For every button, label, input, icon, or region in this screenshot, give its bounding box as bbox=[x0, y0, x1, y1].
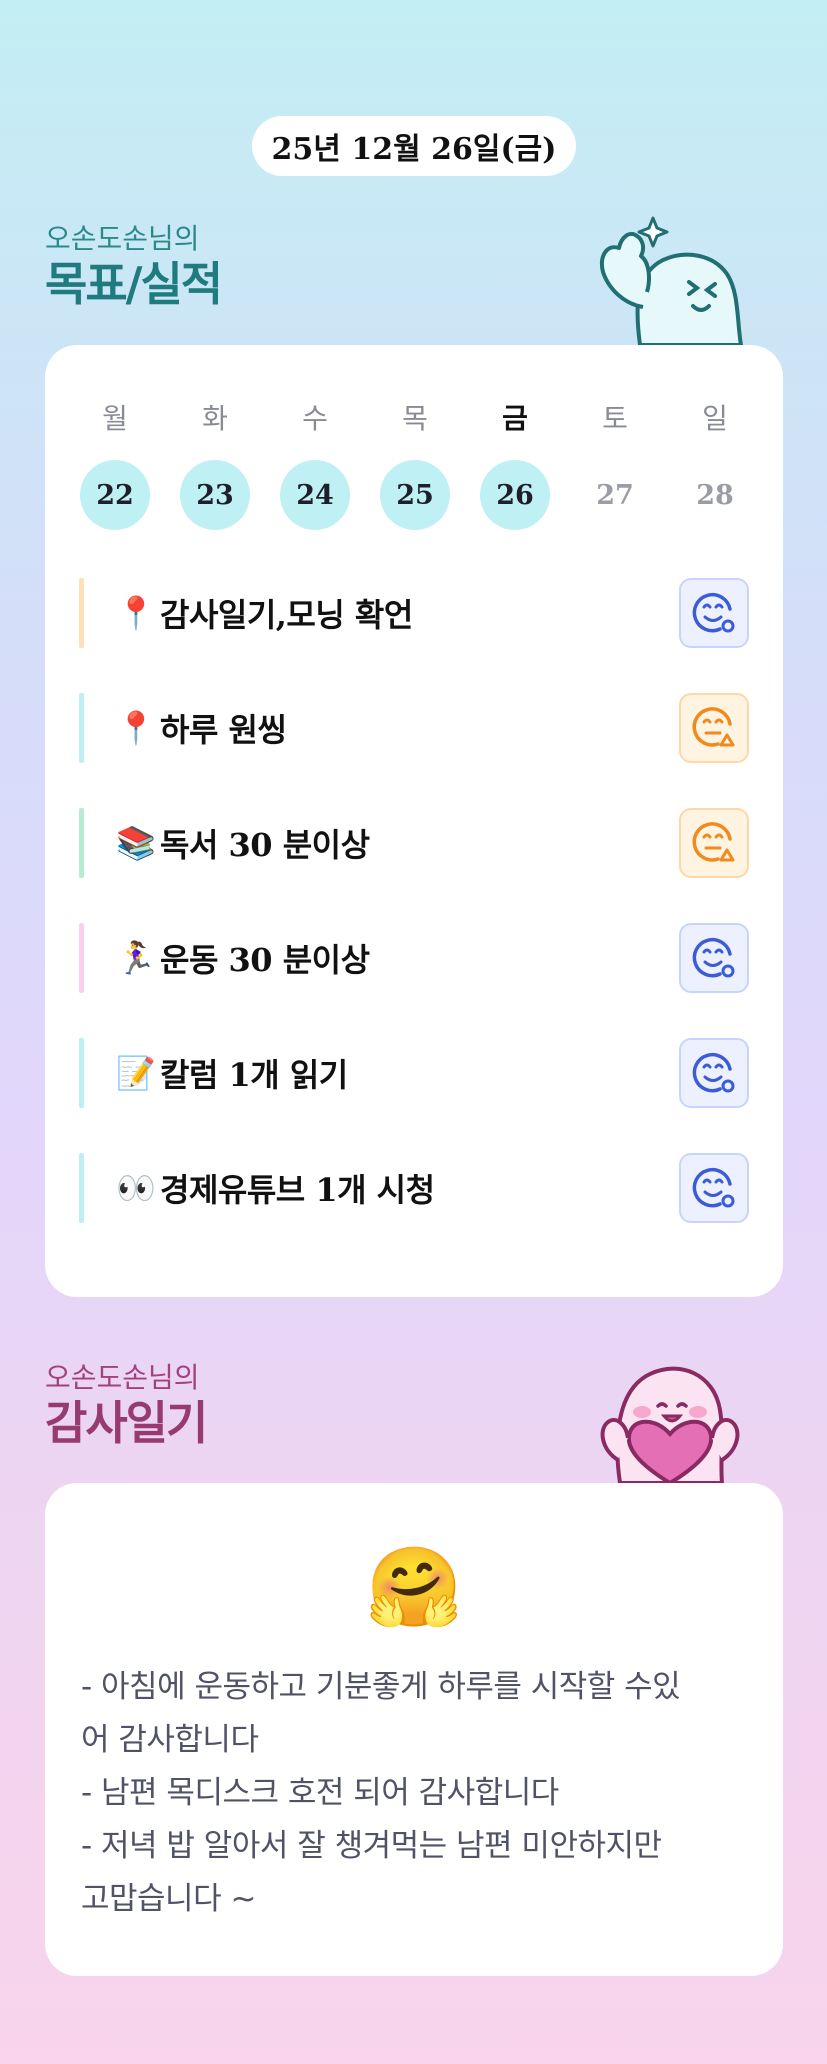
goal-status-partial-button[interactable] bbox=[679, 693, 749, 763]
goal-color-bar bbox=[79, 923, 84, 993]
goal-text: 하루 원씽 bbox=[160, 711, 287, 749]
goal-emoji: 📚 bbox=[116, 824, 156, 862]
goal-item[interactable]: 📚 독서 30 분이상 bbox=[79, 808, 749, 878]
goal-item[interactable]: 👀 경제유튜브 1개 시청 bbox=[79, 1153, 749, 1223]
goal-item[interactable]: 📍 하루 원씽 bbox=[79, 693, 749, 763]
weekday-label: 일 bbox=[702, 402, 728, 435]
goal-status-done-button[interactable] bbox=[679, 578, 749, 648]
goal-item[interactable]: 🏃‍♀️ 운동 30 분이상 bbox=[79, 923, 749, 993]
thumbs-up-mascot-icon bbox=[600, 216, 744, 347]
date-pill[interactable]: 25년 12월 26일(금) bbox=[252, 116, 576, 176]
goal-item[interactable]: 📝 칼럼 1개 읽기 bbox=[79, 1038, 749, 1108]
goal-status-done-button[interactable] bbox=[679, 1153, 749, 1223]
goal-color-bar bbox=[79, 578, 84, 648]
weekday-label: 토 bbox=[602, 402, 628, 435]
goal-emoji: 👀 bbox=[116, 1169, 156, 1207]
day-26-selected[interactable]: 26 bbox=[480, 460, 550, 530]
smile-face-icon bbox=[692, 1167, 735, 1208]
day-28[interactable]: 28 bbox=[680, 460, 750, 530]
goal-emoji: 📝 bbox=[116, 1054, 156, 1092]
thanks-line: - 아침에 운동하고 기분좋게 하루를 시작할 수있 bbox=[81, 1669, 681, 1705]
goal-status-done-button[interactable] bbox=[679, 1038, 749, 1108]
thanks-line: - 저녁 밥 알아서 잘 챙겨먹는 남편 미안하지만 bbox=[81, 1828, 662, 1864]
weekday-label: 목 bbox=[402, 402, 428, 435]
goal-emoji: 📍 bbox=[116, 594, 156, 632]
thanks-title: 감사일기 bbox=[45, 1396, 208, 1450]
smile-face-icon bbox=[692, 1052, 735, 1093]
goal-text: 독서 30 분이상 bbox=[160, 826, 370, 864]
weekday-row: 월 화 수 목 금 토 일 bbox=[80, 397, 750, 437]
goal-text: 경제유튜브 1개 시청 bbox=[160, 1171, 435, 1209]
day-24[interactable]: 24 bbox=[280, 460, 350, 530]
neutral-face-icon bbox=[692, 707, 735, 747]
goals-card: 월 화 수 목 금 토 일 22 23 24 25 26 27 28 📍 감사일… bbox=[45, 345, 783, 1297]
goal-emoji: 📍 bbox=[116, 709, 156, 747]
thanks-line: 어 감사합니다 bbox=[81, 1722, 259, 1758]
weekday-label: 월 bbox=[102, 402, 128, 435]
goal-item[interactable]: 📍 감사일기,모닝 확언 bbox=[79, 578, 749, 648]
smile-face-icon bbox=[692, 592, 735, 633]
heart-hug-mascot-icon bbox=[600, 1366, 740, 1485]
day-row: 22 23 24 25 26 27 28 bbox=[80, 460, 750, 530]
goal-emoji: 🏃‍♀️ bbox=[116, 939, 156, 977]
thanks-line: 고맙습니다 ~ bbox=[81, 1881, 256, 1917]
goal-text: 칼럼 1개 읽기 bbox=[160, 1056, 348, 1094]
goal-color-bar bbox=[79, 1153, 84, 1223]
smile-face-icon bbox=[692, 937, 735, 978]
thanks-text: - 아침에 운동하고 기분좋게 하루를 시작할 수있 어 감사합니다 - 남편 … bbox=[81, 1661, 761, 1926]
day-25[interactable]: 25 bbox=[380, 460, 450, 530]
weekday-label: 수 bbox=[302, 402, 328, 435]
weekday-label-today: 금 bbox=[502, 402, 528, 435]
goal-status-done-button[interactable] bbox=[679, 923, 749, 993]
weekday-label: 화 bbox=[202, 402, 228, 435]
thanks-card: 🤗 - 아침에 운동하고 기분좋게 하루를 시작할 수있 어 감사합니다 - 남… bbox=[45, 1483, 783, 1976]
day-23[interactable]: 23 bbox=[180, 460, 250, 530]
goal-text: 감사일기,모닝 확언 bbox=[160, 596, 413, 634]
goals-title: 목표/실적 bbox=[45, 257, 223, 311]
goal-color-bar bbox=[79, 1038, 84, 1108]
day-27[interactable]: 27 bbox=[580, 460, 650, 530]
goal-color-bar bbox=[79, 693, 84, 763]
hugging-face-emoji: 🤗 bbox=[365, 1543, 463, 1633]
goal-text: 운동 30 분이상 bbox=[160, 941, 370, 979]
thanks-line: - 남편 목디스크 호전 되어 감사합니다 bbox=[81, 1775, 559, 1811]
goal-color-bar bbox=[79, 808, 84, 878]
neutral-face-icon bbox=[692, 822, 735, 862]
day-22[interactable]: 22 bbox=[80, 460, 150, 530]
goal-status-partial-button[interactable] bbox=[679, 808, 749, 878]
